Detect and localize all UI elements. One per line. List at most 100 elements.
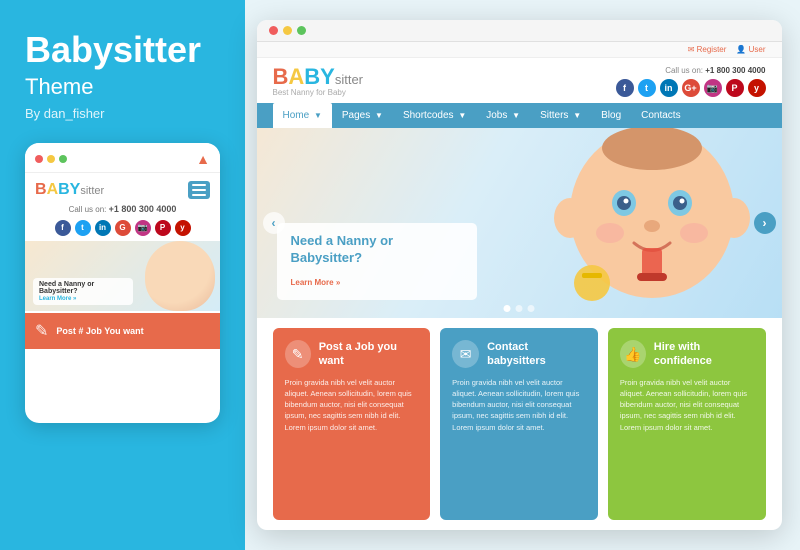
nav-jobs[interactable]: Jobs ▼ <box>476 103 530 128</box>
twitter-icon[interactable]: t <box>638 79 656 97</box>
nav-arrow: ▼ <box>458 111 466 120</box>
logo-y: BY <box>58 181 80 198</box>
nav-home[interactable]: Home ▼ <box>273 103 332 128</box>
feature-card-hire: 👍 Hire with confidence Proin gravida nib… <box>608 328 766 520</box>
nav-blog[interactable]: Blog <box>591 103 631 128</box>
baby-face-sm <box>145 241 215 311</box>
desktop-social: f t in G+ 📷 P y <box>616 79 766 97</box>
desktop-hero: Need a Nanny or Babysitter? Learn More »… <box>257 128 782 318</box>
baby-illustration <box>552 128 752 318</box>
dot-yellow <box>283 26 292 35</box>
theme-subtitle: Theme <box>25 74 220 100</box>
desktop-header-top: ✉ Register 👤 User <box>257 42 782 58</box>
hamburger-line <box>192 189 206 191</box>
google-icon[interactable]: G <box>115 220 131 236</box>
hero-dot-1[interactable] <box>504 305 511 312</box>
pinterest-icon[interactable]: P <box>155 220 171 236</box>
desktop-callus: Call us on: +1 800 300 4000 <box>616 66 766 75</box>
desktop-topbar <box>257 20 782 42</box>
twitter-icon[interactable]: t <box>75 220 91 236</box>
pencil-icon: ✎ <box>35 321 48 341</box>
hero-dot-3[interactable] <box>528 305 535 312</box>
hero-dot-2[interactable] <box>516 305 523 312</box>
hamburger-line <box>192 184 206 186</box>
pencil-icon: ✎ <box>285 340 311 368</box>
linkedin-icon[interactable]: in <box>660 79 678 97</box>
register-link[interactable]: ✉ Register <box>688 45 727 54</box>
theme-author: By dan_fisher <box>25 106 220 121</box>
feature-card-post: ✎ Post a Job you want Proin gravida nibh… <box>273 328 431 520</box>
feature-cards: ✎ Post a Job you want Proin gravida nibh… <box>257 318 782 530</box>
hero-dots <box>504 305 535 312</box>
desktop-header: BABYsitter Best Nanny for Baby Call us o… <box>257 58 782 103</box>
mobile-header: BABYsitter <box>25 173 220 204</box>
nav-arrow: ▼ <box>375 111 383 120</box>
mobile-callus: Call us on: +1 800 300 4000 <box>25 204 220 217</box>
fc-body-post: Proin gravida nibh vel velit auctor aliq… <box>285 377 419 433</box>
facebook-icon[interactable]: f <box>616 79 634 97</box>
dot-yellow <box>47 155 55 163</box>
logo-A: A <box>288 64 304 89</box>
logo-sitter-text: sitter <box>335 72 363 87</box>
logo-sitter: sitter <box>80 185 104 197</box>
mobile-post-card[interactable]: ✎ Post # Job You want <box>25 313 220 349</box>
dot-red <box>269 26 278 35</box>
mobile-hero-headline: Need a Nanny or Babysitter? <box>39 281 94 295</box>
instagram-icon[interactable]: 📷 <box>704 79 722 97</box>
dot-green <box>297 26 306 35</box>
desktop-logo-text: BABYsitter <box>273 66 364 88</box>
desktop-header-right: Call us on: +1 800 300 4000 f t in G+ 📷 … <box>616 66 766 97</box>
nav-sitters[interactable]: Sitters ▼ <box>530 103 591 128</box>
logo-b: B <box>35 181 47 198</box>
mobile-topbar-icon: ▲ <box>196 151 210 167</box>
desktop-logo: BABYsitter Best Nanny for Baby <box>273 66 364 97</box>
yelp-icon[interactable]: y <box>175 220 191 236</box>
mobile-card-label: Post # Job You want <box>56 326 143 336</box>
mobile-logo: BABYsitter <box>35 181 104 199</box>
desktop-mockup: ✉ Register 👤 User BABYsitter Best Nanny … <box>257 20 782 530</box>
mobile-hero: Need a Nanny or Babysitter? Learn More » <box>25 241 220 311</box>
theme-title: Babysitter <box>25 30 220 70</box>
google-icon[interactable]: G+ <box>682 79 700 97</box>
dot-red <box>35 155 43 163</box>
nav-pages[interactable]: Pages ▼ <box>332 103 393 128</box>
fc-title-hire: Hire with confidence <box>654 340 754 369</box>
pinterest-icon[interactable]: P <box>726 79 744 97</box>
instagram-icon[interactable]: 📷 <box>135 220 151 236</box>
fc-icon-row: ✉ Contact babysitters <box>452 340 586 369</box>
hero-learnmore[interactable]: Learn More » <box>291 278 341 287</box>
desktop-nav: Home ▼ Pages ▼ Shortcodes ▼ Jobs ▼ Sitte… <box>257 103 782 128</box>
mobile-mockup: ▲ BABYsitter Call us on: +1 800 300 4000… <box>25 143 220 423</box>
feature-card-contact: ✉ Contact babysitters Proin gravida nibh… <box>440 328 598 520</box>
hero-prev-button[interactable]: ‹ <box>263 212 285 234</box>
logo-a: A <box>47 181 59 198</box>
mobile-hero-text: Need a Nanny or Babysitter? Learn More » <box>33 278 133 305</box>
nav-arrow: ▼ <box>512 111 520 120</box>
hero-next-button[interactable]: › <box>754 212 776 234</box>
fc-body-contact: Proin gravida nibh vel velit auctor aliq… <box>452 377 586 433</box>
fc-body-hire: Proin gravida nibh vel velit auctor aliq… <box>620 377 754 433</box>
facebook-icon[interactable]: f <box>55 220 71 236</box>
mobile-topbar: ▲ <box>25 143 220 173</box>
nav-arrow: ▼ <box>573 111 581 120</box>
yelp-icon[interactable]: y <box>748 79 766 97</box>
hero-headline: Need a Nanny or Babysitter? <box>291 233 463 267</box>
nav-shortcodes[interactable]: Shortcodes ▼ <box>393 103 476 128</box>
fc-title-contact: Contact babysitters <box>487 340 586 369</box>
logo-B: B <box>273 64 289 89</box>
callus-label: Call us on: <box>69 205 107 214</box>
fc-icon-row: ✎ Post a Job you want <box>285 340 419 369</box>
mobile-hero-learnmore[interactable]: Learn More » <box>39 296 127 302</box>
user-link[interactable]: 👤 User <box>736 45 765 54</box>
dot-green <box>59 155 67 163</box>
callus-number: +1 800 300 4000 <box>705 66 765 75</box>
left-panel: Babysitter Theme By dan_fisher ▲ BABYsit… <box>0 0 245 550</box>
thumbsup-icon: 👍 <box>620 340 646 368</box>
callus-number: +1 800 300 4000 <box>109 204 177 214</box>
nav-arrow: ▼ <box>314 111 322 120</box>
callus-label: Call us on: <box>665 66 703 75</box>
linkedin-icon[interactable]: in <box>95 220 111 236</box>
logo-tagline: Best Nanny for Baby <box>273 88 364 97</box>
nav-contacts[interactable]: Contacts <box>631 103 690 128</box>
mobile-hamburger[interactable] <box>188 181 210 199</box>
